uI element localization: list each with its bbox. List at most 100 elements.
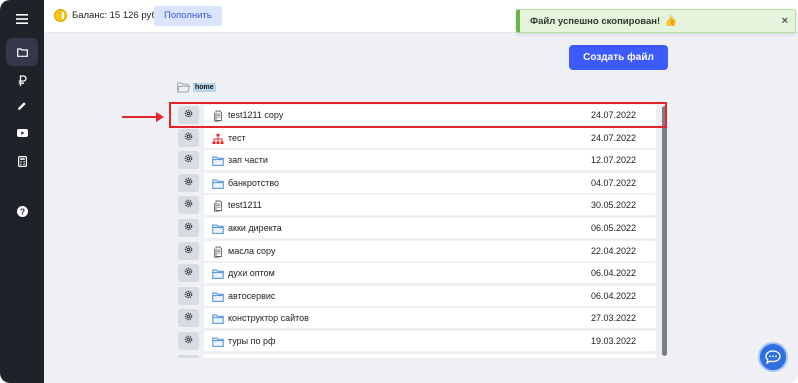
file-row[interactable]: масла copy 22.04.2022: [170, 240, 662, 262]
breadcrumb-current[interactable]: home: [193, 83, 216, 92]
file-card[interactable]: тест 24.07.2022: [204, 127, 656, 148]
scrollbar-thumb[interactable]: [662, 106, 667, 356]
file-date: 27.03.2022: [591, 313, 637, 324]
file-row[interactable]: акки директа 06.05.2022: [170, 217, 662, 239]
settings-gear-button[interactable]: [178, 241, 199, 260]
gear-icon: [183, 242, 194, 260]
folder-open-icon: [177, 82, 190, 93]
highlight-box: [169, 102, 667, 128]
file-row[interactable]: конструктор сайтов 27.03.2022: [170, 307, 662, 329]
sidebar-item-video[interactable]: [6, 119, 38, 147]
create-file-button[interactable]: Создать файл: [569, 45, 668, 70]
toast-message: Файл успешно скопирован! 👍: [530, 16, 678, 27]
folder-icon: [16, 47, 28, 57]
sidebar-item-payments[interactable]: [6, 66, 38, 94]
file-row[interactable]: туры по рф 19.03.2022: [170, 330, 662, 352]
folder-icon: [212, 177, 224, 189]
annotation-arrow: [122, 116, 158, 118]
file-card[interactable]: test1211 30.05.2022: [204, 195, 656, 216]
folder-icon: [212, 290, 224, 302]
folder-icon: [212, 335, 224, 347]
file-date: 22.04.2022: [591, 245, 637, 256]
chat-icon: [765, 350, 781, 364]
folder-icon: [212, 312, 224, 325]
file-row[interactable]: тест 24.07.2022: [170, 127, 662, 149]
gear-icon: [183, 264, 194, 282]
settings-gear-button[interactable]: [178, 264, 199, 283]
settings-gear-button[interactable]: [178, 173, 199, 192]
file-name: масла copy: [228, 245, 276, 256]
file-name: зап части: [228, 155, 268, 166]
file-date: 06.05.2022: [591, 223, 637, 233]
coin-icon: [54, 9, 67, 22]
file-name: конструктор сайтов: [228, 313, 309, 324]
folder-icon: [212, 267, 224, 280]
file-card[interactable]: духи оптом 06.04.2022: [204, 263, 656, 284]
gear-icon: [183, 219, 194, 237]
file-name: test1211: [228, 200, 262, 211]
annotation-arrow-head: [156, 112, 164, 122]
file-card[interactable]: конструктор сайтов 27.03.2022: [204, 308, 656, 329]
success-toast: Файл успешно скопирован! 👍 ×: [516, 9, 796, 33]
gear-icon: [183, 309, 194, 327]
file-row[interactable]: 16.03.2022: [170, 353, 662, 358]
file-date: 12.07.2022: [591, 155, 637, 166]
toast-close-button[interactable]: ×: [782, 15, 788, 27]
svg-text:?: ?: [19, 206, 24, 216]
file-date: 06.04.2022: [591, 268, 637, 279]
file-row[interactable]: духи оптом 06.04.2022: [170, 262, 662, 284]
settings-gear-button[interactable]: [178, 151, 199, 170]
settings-gear-button[interactable]: [178, 354, 199, 358]
menu-icon[interactable]: [6, 5, 38, 33]
gear-icon: [183, 196, 194, 214]
file-card[interactable]: банкротство 04.07.2022: [204, 172, 656, 193]
file-name: туры по рф: [228, 336, 276, 346]
gear-icon: [183, 332, 194, 350]
file-list: test1211 copy 24.07.2022 тест 24.07.2022 зап…: [170, 103, 662, 358]
file-name: акки директа: [228, 223, 282, 233]
gear-icon: [183, 129, 194, 147]
settings-gear-button[interactable]: [178, 219, 199, 237]
app-window: ? Баланс: 15 126 руб. Пополнить Файл усп…: [0, 0, 798, 383]
tree-icon: [212, 132, 224, 144]
file-row[interactable]: банкротство 04.07.2022: [170, 172, 662, 194]
settings-gear-button[interactable]: [178, 286, 199, 305]
thumbs-up-icon: 👍: [664, 16, 678, 27]
settings-gear-button[interactable]: [178, 332, 199, 350]
file-date: 04.07.2022: [591, 177, 637, 188]
gear-icon: [183, 174, 194, 192]
sidebar-item-help[interactable]: ?: [6, 197, 38, 225]
settings-gear-button[interactable]: [178, 309, 199, 328]
file-card[interactable]: автосервис 06.04.2022: [204, 285, 656, 306]
file-card[interactable]: 16.03.2022: [204, 353, 656, 358]
sidebar-item-edit[interactable]: [6, 92, 38, 120]
breadcrumb: home: [177, 82, 216, 93]
file-card[interactable]: масла copy 22.04.2022: [204, 240, 656, 261]
file-row[interactable]: автосервис 06.04.2022: [170, 285, 662, 307]
file-date: 19.03.2022: [591, 336, 637, 346]
file-name: банкротство: [228, 177, 280, 188]
file-card[interactable]: зап части 12.07.2022: [204, 150, 656, 171]
chat-button[interactable]: [758, 342, 788, 372]
topup-button[interactable]: Пополнить: [154, 6, 222, 26]
settings-gear-button[interactable]: [178, 128, 199, 147]
file-date: 24.07.2022: [591, 132, 637, 143]
file-name: тест: [228, 132, 246, 143]
ruble-icon: [18, 74, 27, 86]
settings-gear-button[interactable]: [178, 196, 199, 215]
file-card[interactable]: акки директа 06.05.2022: [204, 218, 656, 238]
pencil-icon: [18, 102, 26, 110]
sidebar-item-calculator[interactable]: [6, 147, 38, 175]
folder-icon: [212, 154, 224, 167]
sidebar: ?: [0, 0, 44, 383]
sidebar-item-files[interactable]: [6, 38, 38, 66]
file-row[interactable]: зап части 12.07.2022: [170, 149, 662, 171]
file-name: духи оптом: [228, 268, 275, 279]
file-row[interactable]: test1211 30.05.2022: [170, 194, 662, 216]
file-name: автосервис: [228, 290, 276, 301]
copy-file-icon: [212, 245, 224, 258]
file-date: 30.05.2022: [591, 200, 637, 211]
file-date: 06.04.2022: [591, 290, 637, 301]
gear-icon: [183, 287, 194, 305]
file-card[interactable]: туры по рф 19.03.2022: [204, 331, 656, 351]
